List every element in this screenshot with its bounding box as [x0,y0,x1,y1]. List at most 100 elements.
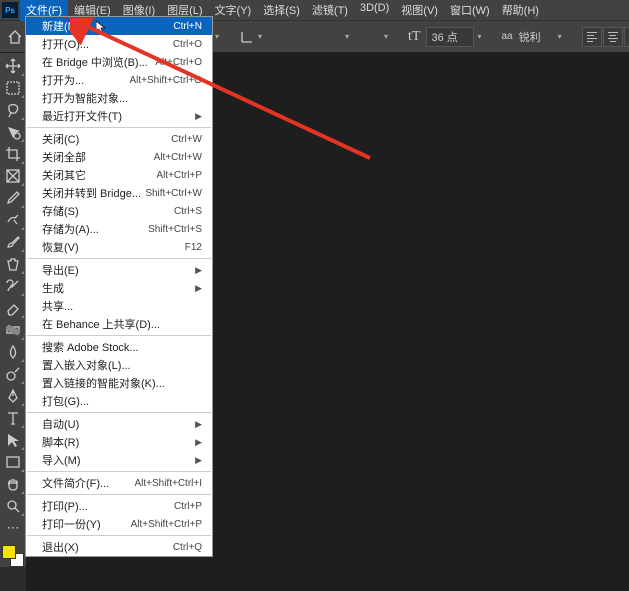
menu-item-label: 恢复(V) [42,239,79,255]
brush-icon [5,234,21,250]
align-left-button[interactable] [582,27,602,47]
antialias-dropdown[interactable]: 锐利 [519,29,562,45]
text-align-group [582,27,629,47]
tool-path-select[interactable] [1,429,25,451]
home-button[interactable] [4,26,26,48]
tool-gradient[interactable] [1,319,25,341]
menu-3d[interactable]: 3D(D) [354,0,395,21]
tool-frame[interactable] [1,165,25,187]
file-menu-item[interactable]: 自动(U) ▶ [26,415,212,433]
menu-选择[interactable]: 选择(S) [257,0,306,21]
menu-文字[interactable]: 文字(Y) [209,0,258,21]
tool-spot-heal[interactable] [1,209,25,231]
antialias-label: 锐利 [519,29,555,45]
file-menu-item[interactable]: 导出(E) ▶ [26,261,212,279]
file-menu-item[interactable]: 退出(X)Ctrl+Q [26,538,212,556]
file-menu-item[interactable]: 文件简介(F)...Alt+Shift+Ctrl+I [26,474,212,492]
quick-select-icon [5,124,21,140]
file-menu-item[interactable]: 打包(G)... [26,392,212,410]
tool-rectangle[interactable] [1,451,25,473]
tool-zoom[interactable] [1,495,25,517]
file-menu-item[interactable]: 最近打开文件(T)▶ [26,107,212,125]
menu-item-label: 存储为(A)... [42,221,99,237]
menu-item-label: 打印(P)... [42,498,88,514]
tool-brush[interactable] [1,231,25,253]
align-right-button[interactable] [624,27,629,47]
file-menu-item[interactable]: 关闭全部Alt+Ctrl+W [26,148,212,166]
menu-滤镜[interactable]: 滤镜(T) [306,0,354,21]
file-menu-item[interactable]: 置入嵌入对象(L)... [26,356,212,374]
tool-history-brush[interactable] [1,275,25,297]
tool-hand[interactable] [1,473,25,495]
menu-item-shortcut: Shift+Ctrl+W [145,188,202,199]
file-menu-item[interactable]: 打印一份(Y)Alt+Shift+Ctrl+P [26,515,212,533]
submenu-arrow-icon: ▶ [195,265,202,276]
tool-blur[interactable] [1,341,25,363]
file-menu-item[interactable]: 打开为...Alt+Shift+Ctrl+O [26,71,212,89]
menu-item-label: 自动(U) [42,416,79,432]
menu-item-label: 导出(E) [42,262,79,278]
tool-crop[interactable] [1,143,25,165]
file-menu-item[interactable]: 脚本(R)▶ [26,433,212,451]
file-menu-item[interactable]: 新建(N)Ctrl+N [26,17,212,35]
color-swatches[interactable] [2,545,24,567]
tool-move[interactable] [1,55,25,77]
tool-marquee[interactable] [1,77,25,99]
tool-quick-select[interactable] [1,121,25,143]
file-menu-item[interactable]: 存储为(A)...Shift+Ctrl+S [26,220,212,238]
menu-item-label: 退出(X) [42,539,79,555]
menu-item-label: 存储(S) [42,203,79,219]
toggle-orientation[interactable] [239,29,262,45]
orientation-icon [239,29,255,45]
clone-icon [5,256,21,272]
menu-窗口[interactable]: 窗口(W) [444,0,496,21]
menu-帮助[interactable]: 帮助(H) [496,0,545,21]
file-menu-item[interactable]: 关闭并转到 Bridge... Shift+Ctrl+W [26,184,212,202]
tool-eyedropper[interactable] [1,187,25,209]
menu-item-shortcut: Alt+Shift+Ctrl+I [134,478,202,489]
align-center-button[interactable] [603,27,623,47]
tool-eraser[interactable] [1,297,25,319]
tool-type[interactable] [1,407,25,429]
menu-item-label: 导入(M) [42,452,81,468]
file-menu-item[interactable]: 共享... [26,297,212,315]
foreground-color[interactable] [2,545,16,559]
file-menu-item[interactable]: 生成▶ [26,279,212,297]
edit-toolbar-button[interactable]: ⋯ [1,517,25,539]
crop-icon [5,146,21,162]
hand-icon [5,476,21,492]
file-menu-item[interactable]: 导入(M)▶ [26,451,212,469]
menu-item-label: 关闭并转到 Bridge... [42,185,141,201]
tool-pen[interactable] [1,385,25,407]
menu-divider [27,535,211,536]
file-menu-item[interactable]: 打开(O)...Ctrl+O [26,35,212,53]
type-icon [5,410,21,426]
file-menu-item[interactable]: 在 Bridge 中浏览(B)...Alt+Ctrl+O [26,53,212,71]
file-menu-item[interactable]: 搜索 Adobe Stock... [26,338,212,356]
file-menu-item[interactable]: 关闭(C)Ctrl+W [26,130,212,148]
menu-item-shortcut: Ctrl+S [174,206,202,217]
menu-视图[interactable]: 视图(V) [395,0,444,21]
file-menu-item[interactable]: 关闭其它Alt+Ctrl+P [26,166,212,184]
font-size-value[interactable]: 36 点 [426,27,474,47]
font-family-dropdown[interactable] [282,32,352,41]
file-menu-item[interactable]: 打开为智能对象... [26,89,212,107]
file-menu-item[interactable]: 恢复(V)F12 [26,238,212,256]
history-brush-icon [5,278,21,294]
file-menu-item[interactable]: 置入链接的智能对象(K)... [26,374,212,392]
font-size-dropdown[interactable]: 36 点 [426,27,481,47]
submenu-arrow-icon: ▶ [195,419,202,430]
eraser-icon [5,300,21,316]
font-style-dropdown[interactable] [358,32,388,41]
tool-lasso[interactable] [1,99,25,121]
submenu-arrow-icon: ▶ [195,283,202,294]
file-menu-item[interactable]: 存储(S) Ctrl+S [26,202,212,220]
lasso-icon [5,102,21,118]
menu-item-label: 打开(O)... [42,36,89,52]
spot-heal-icon [5,212,21,228]
file-menu-item[interactable]: 打印(P)...Ctrl+P [26,497,212,515]
file-menu-item[interactable]: 在 Behance 上共享(D)... [26,315,212,333]
tool-clone[interactable] [1,253,25,275]
tool-dodge[interactable] [1,363,25,385]
path-select-icon [5,432,21,448]
